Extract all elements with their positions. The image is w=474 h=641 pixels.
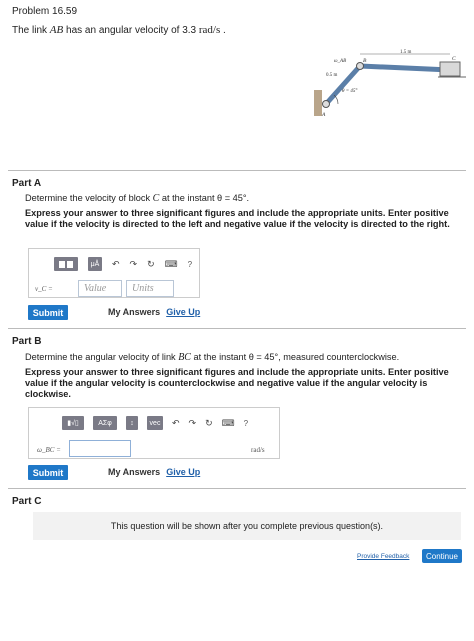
part-b-input-label: ω_BC = — [37, 446, 61, 454]
part-a-question-prefix: Determine the velocity of block — [25, 193, 153, 203]
problem-intro: The link AB has an angular velocity of 3… — [12, 24, 226, 36]
value-input[interactable]: Value — [78, 280, 122, 297]
part-a-question: Determine the velocity of block C at the… — [25, 193, 455, 204]
sqrt-icon: ▮√▯ — [67, 420, 79, 427]
redo-icon[interactable]: ↷ — [130, 259, 138, 270]
block-c — [439, 61, 461, 77]
part-a-answer-box: μÅ ↶ ↷ ↻ ⌨ ? v_C = Value Units — [28, 248, 200, 298]
part-a-links: My Answers Give Up — [108, 307, 200, 317]
units-input[interactable]: Units — [126, 280, 174, 297]
help-button[interactable]: ? — [244, 419, 248, 428]
keyboard-icon[interactable]: ⌨ — [165, 259, 178, 270]
mechanism-figure: 1.5 m 0.5 m ω_AB θ = 45° A B C — [308, 48, 468, 126]
part-a-submit-button[interactable]: Submit — [28, 305, 68, 320]
label-dim-bc: 1.5 m — [400, 50, 412, 55]
part-b-unit: rad/s — [251, 446, 265, 454]
part-a-question-suffix: at the instant θ = 45°. — [159, 193, 250, 203]
part-a-instructions: Express your answer to three significant… — [25, 208, 450, 229]
part-a-input-label: v_C = — [35, 285, 53, 293]
part-b-heading: Part B — [12, 336, 42, 347]
sqrt-template-button[interactable]: ▮√▯ — [62, 416, 84, 430]
undo-icon[interactable]: ↶ — [112, 259, 120, 270]
part-c-notice-text: This question will be shown after you co… — [110, 521, 384, 531]
part-b-question: Determine the angular velocity of link B… — [25, 352, 455, 363]
label-point-b: B — [363, 58, 367, 64]
template-icon — [59, 260, 73, 268]
part-c-heading: Part C — [12, 496, 42, 507]
help-button[interactable]: ? — [188, 260, 192, 269]
problem-title: Problem 16.59 — [12, 6, 78, 17]
keyboard-icon[interactable]: ⌨ — [222, 418, 235, 429]
part-b-submit-button[interactable]: Submit — [28, 465, 68, 480]
part-b-links: My Answers Give Up — [108, 467, 200, 477]
symbols-label: ΑΣφ — [98, 419, 112, 427]
part-b-question-suffix: at the instant θ = 45°, measured counter… — [190, 352, 400, 362]
label-dim-ab: 0.5 m — [326, 73, 338, 78]
provide-feedback-link[interactable]: Provide Feedback — [357, 553, 409, 560]
mechanism-diagram: 1.5 m 0.5 m ω_AB θ = 45° A B C — [314, 50, 466, 118]
subscript-icon: ↕ — [130, 419, 134, 427]
label-point-c: C — [452, 56, 456, 62]
intro-link-var: AB — [49, 24, 64, 36]
wall-support — [314, 90, 322, 116]
label-angle: θ = 45° — [342, 89, 357, 94]
part-c-locked-notice: This question will be shown after you co… — [33, 512, 461, 540]
part-b-my-answers-link[interactable]: My Answers — [108, 467, 160, 477]
subscript-button[interactable]: ↕ — [126, 416, 138, 430]
reset-icon[interactable]: ↻ — [147, 259, 155, 270]
pin-a — [322, 100, 330, 108]
template-button[interactable] — [54, 257, 78, 271]
intro-middle: has an angular velocity of 3.3 — [63, 25, 199, 36]
symbols-button[interactable]: ΑΣφ — [93, 416, 117, 430]
divider — [8, 488, 466, 489]
part-b-question-prefix: Determine the angular velocity of link — [25, 352, 179, 362]
continue-button[interactable]: Continue — [422, 549, 462, 563]
part-b-give-up-link[interactable]: Give Up — [166, 467, 200, 477]
units-format-button[interactable]: μÅ — [88, 257, 102, 271]
reset-icon[interactable]: ↻ — [205, 418, 213, 429]
intro-prefix: The link — [12, 25, 50, 36]
units-format-icon: μÅ — [90, 260, 100, 268]
part-a-give-up-link[interactable]: Give Up — [166, 307, 200, 317]
part-a-toolbar: μÅ ↶ ↷ ↻ ⌨ ? — [54, 257, 192, 271]
units-placeholder: Units — [132, 283, 154, 294]
redo-icon[interactable]: ↷ — [189, 418, 197, 429]
divider — [8, 170, 466, 171]
vector-button[interactable]: vec — [147, 416, 163, 430]
label-point-a: A — [321, 112, 326, 118]
part-b-instructions: Express your answer to three significant… — [25, 367, 449, 399]
intro-unit: rad/s — [198, 24, 221, 36]
intro-suffix: . — [220, 25, 226, 36]
undo-icon[interactable]: ↶ — [172, 418, 180, 429]
link-bc — [357, 63, 453, 73]
value-placeholder: Value — [84, 283, 107, 294]
part-b-question-var: BC — [178, 352, 191, 363]
part-b-toolbar: ▮√▯ ΑΣφ ↕ vec ↶ ↷ ↻ ⌨ ? — [62, 416, 248, 430]
vector-label: vec — [149, 419, 161, 427]
part-b-answer-box: ▮√▯ ΑΣφ ↕ vec ↶ ↷ ↻ ⌨ ? ω_BC = rad/s — [28, 407, 280, 459]
part-a-heading: Part A — [12, 178, 42, 189]
part-a-my-answers-link[interactable]: My Answers — [108, 307, 160, 317]
link-ab — [323, 63, 363, 107]
label-omega: ω_AB — [334, 59, 346, 64]
angular-velocity-input[interactable] — [69, 440, 131, 457]
divider — [8, 328, 466, 329]
